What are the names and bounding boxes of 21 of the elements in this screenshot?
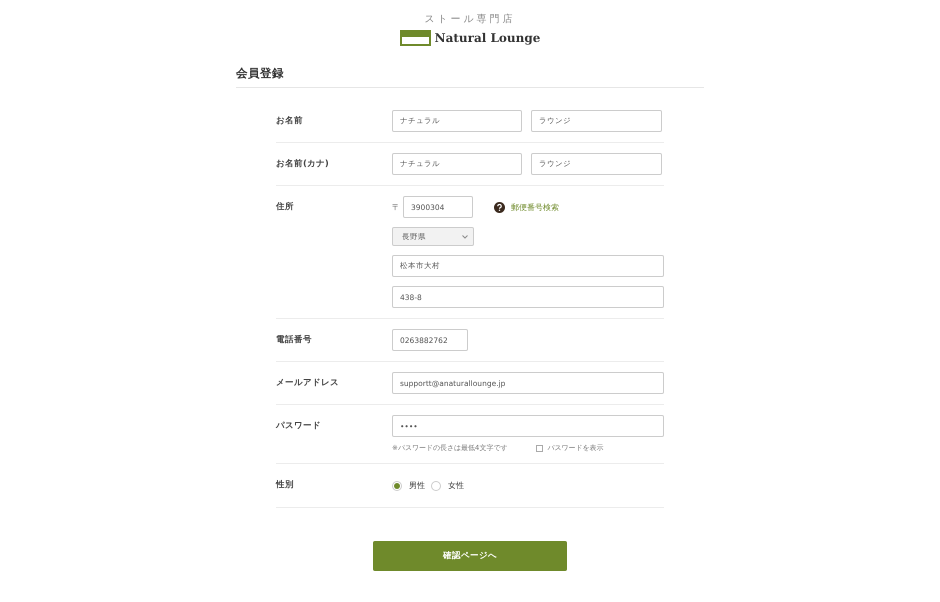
field-label: パスワード <box>276 420 322 433</box>
section-title: 会員登録 <box>236 66 284 80</box>
postal-mark: 〒 <box>392 202 400 212</box>
radio-label: 女性 <box>448 480 464 491</box>
field-label: メールアドレス <box>276 377 340 390</box>
confirm-button[interactable]: 確認ページへ <box>373 541 567 571</box>
chevron-icon <box>462 234 468 238</box>
logo-icon <box>400 30 431 46</box>
field-label: お名前 <box>276 115 304 128</box>
logo-text: Natural Lounge <box>434 31 540 45</box>
radio-button[interactable] <box>392 480 402 490</box>
field-label: 住所 <box>276 200 295 214</box>
radio-button[interactable] <box>431 480 441 490</box>
field-label: 電話番号 <box>276 334 313 347</box>
field-label: 性別 <box>276 478 295 492</box>
field-label: お名前(カナ) <box>276 158 330 171</box>
tagline: ストール専門店 <box>424 12 516 26</box>
radio-label: 男性 <box>409 480 425 491</box>
help-icon[interactable] <box>494 202 505 212</box>
checkbox[interactable] <box>536 444 544 452</box>
postal-lookup-link[interactable]: 郵便番号検索 <box>511 202 559 212</box>
